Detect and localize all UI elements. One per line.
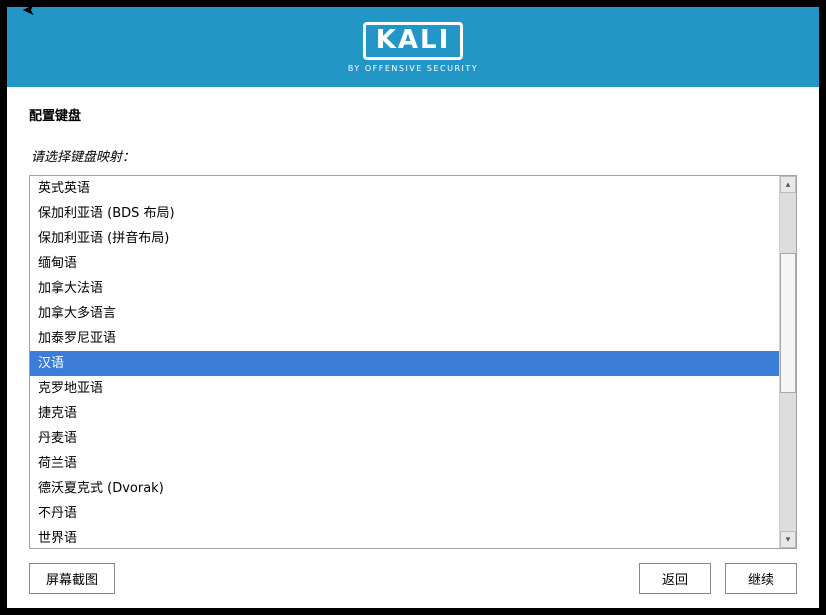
list-item[interactable]: 丹麦语 [30, 426, 779, 451]
scroll-up-icon[interactable]: ▴ [780, 176, 796, 193]
logo-box: KALI [363, 22, 464, 60]
list-item[interactable]: 捷克语 [30, 401, 779, 426]
list-item[interactable]: 英式英语 [30, 176, 779, 201]
kali-logo: KALI BY OFFENSIVE SECURITY [348, 22, 478, 73]
instruction-label: 请选择键盘映射： [29, 146, 797, 165]
content-area: 配置键盘 请选择键盘映射： 英式英语保加利亚语 (BDS 布局)保加利亚语 (拼… [7, 87, 819, 549]
list-item[interactable]: 缅甸语 [30, 251, 779, 276]
keyboard-listbox[interactable]: 英式英语保加利亚语 (BDS 布局)保加利亚语 (拼音布局)缅甸语加拿大法语加拿… [30, 176, 779, 548]
list-item[interactable]: 荷兰语 [30, 451, 779, 476]
scroll-track[interactable] [780, 193, 796, 531]
page-title: 配置键盘 [29, 105, 797, 124]
scroll-down-icon[interactable]: ▾ [780, 531, 796, 548]
list-item[interactable]: 不丹语 [30, 501, 779, 526]
header-banner: KALI BY OFFENSIVE SECURITY [7, 7, 819, 87]
keyboard-listbox-wrap: 英式英语保加利亚语 (BDS 布局)保加利亚语 (拼音布局)缅甸语加拿大法语加拿… [29, 175, 797, 549]
scroll-thumb[interactable] [780, 253, 796, 393]
list-item[interactable]: 世界语 [30, 526, 779, 548]
list-item[interactable]: 加拿大法语 [30, 276, 779, 301]
scrollbar[interactable]: ▴ ▾ [779, 176, 796, 548]
footer-bar: 屏幕截图 返回 继续 [7, 549, 819, 608]
list-item[interactable]: 克罗地亚语 [30, 376, 779, 401]
continue-button[interactable]: 继续 [725, 563, 797, 594]
screenshot-button[interactable]: 屏幕截图 [29, 563, 115, 594]
list-item[interactable]: 汉语 [30, 351, 779, 376]
installer-window: KALI BY OFFENSIVE SECURITY 配置键盘 请选择键盘映射：… [7, 7, 819, 608]
list-item[interactable]: 加拿大多语言 [30, 301, 779, 326]
list-item[interactable]: 保加利亚语 (BDS 布局) [30, 201, 779, 226]
logo-subtext: BY OFFENSIVE SECURITY [348, 64, 478, 73]
list-item[interactable]: 保加利亚语 (拼音布局) [30, 226, 779, 251]
list-item[interactable]: 加泰罗尼亚语 [30, 326, 779, 351]
list-item[interactable]: 德沃夏克式 (Dvorak) [30, 476, 779, 501]
logo-text: KALI [376, 27, 451, 53]
back-button[interactable]: 返回 [639, 563, 711, 594]
